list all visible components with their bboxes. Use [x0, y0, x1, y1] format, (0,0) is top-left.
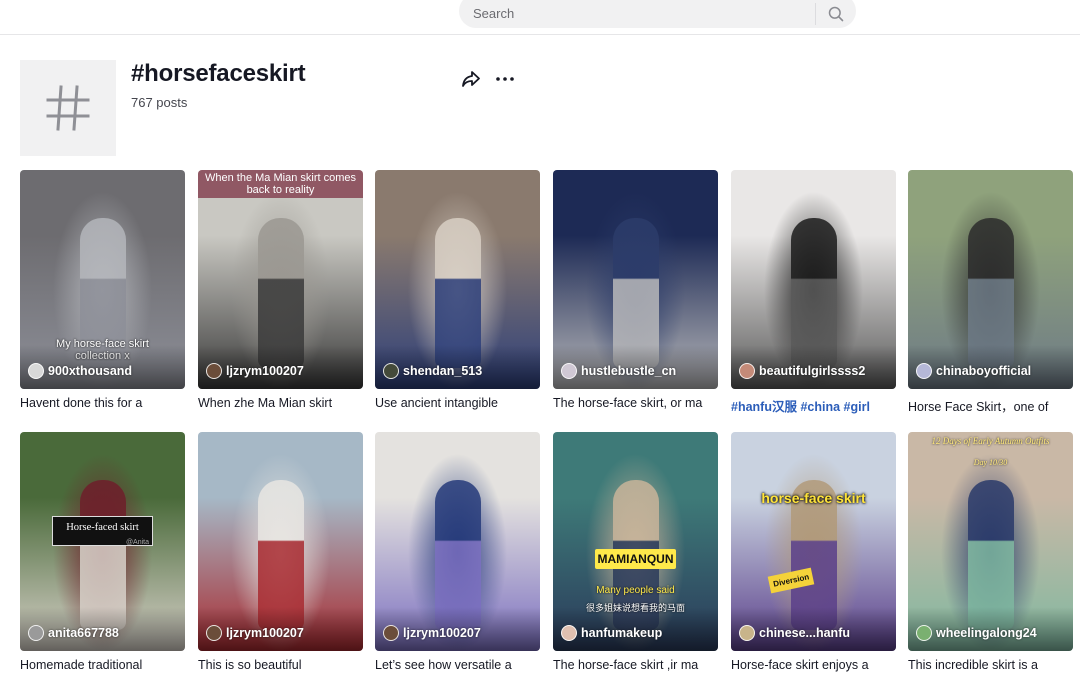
video-caption[interactable]: When zhe Ma Mian skirt — [198, 396, 363, 410]
video-thumbnail[interactable]: MAMIANQUNMany people said很多姐妹说想看我的马面hanf… — [553, 432, 718, 651]
author-name: beautifulgirlssss2 — [759, 364, 866, 378]
author-avatar — [206, 363, 222, 379]
author-avatar — [916, 363, 932, 379]
video-card[interactable]: ljzrym100207 Let’s see how versatile a — [375, 432, 540, 672]
video-thumbnail[interactable]: horse-face skirt Diversion chinese...hanfu — [731, 432, 896, 651]
thumbnail-overlay-subtext: Many people said — [596, 585, 675, 596]
video-thumbnail[interactable]: chinaboyofficial — [908, 170, 1073, 389]
video-author[interactable]: ljzrym100207 — [383, 625, 481, 641]
author-avatar — [206, 625, 222, 641]
video-author[interactable]: ljzrym100207 — [206, 363, 304, 379]
video-caption[interactable]: Use ancient intangible — [375, 396, 540, 410]
hashtag-icon — [46, 85, 90, 131]
video-author[interactable]: 900xthousand — [28, 363, 132, 379]
author-avatar — [561, 363, 577, 379]
author-name: shendan_513 — [403, 364, 483, 378]
author-name: chinese...hanfu — [759, 626, 850, 640]
video-caption[interactable]: Horse Face Skirt，one of — [908, 396, 1073, 415]
video-author[interactable]: wheelingalong24 — [916, 625, 1037, 641]
author-name: 900xthousand — [48, 364, 133, 378]
more-icon — [496, 77, 514, 81]
thumbnail-overlay-text: horse-face skirt — [761, 490, 866, 506]
more-options-button[interactable] — [494, 68, 516, 90]
video-card[interactable]: chinaboyofficial Horse Face Skirt，one of — [908, 170, 1073, 415]
video-thumbnail[interactable]: hustlebustle_cn — [553, 170, 718, 389]
video-caption[interactable]: The horse-face skirt ,ir ma — [553, 658, 718, 672]
video-caption[interactable]: Havent done this for a — [20, 396, 185, 410]
video-thumbnail[interactable]: beautifulgirlssss2 — [731, 170, 896, 389]
video-thumbnail[interactable]: 12 Days of Early Autumn Outfits Day 10/30… — [908, 432, 1073, 651]
video-card[interactable]: My horse-face skirt collection x900xthou… — [20, 170, 185, 410]
hashtag-avatar — [20, 60, 116, 156]
search-bar — [459, 0, 856, 28]
share-button[interactable] — [460, 68, 482, 90]
video-caption[interactable]: This incredible skirt is a — [908, 658, 1073, 672]
video-card[interactable]: MAMIANQUNMany people said很多姐妹说想看我的马面hanf… — [553, 432, 718, 672]
author-name: hanfumakeup — [581, 626, 663, 640]
search-icon — [828, 6, 844, 22]
search-input[interactable] — [459, 0, 815, 28]
author-name: anita667788 — [48, 626, 119, 640]
share-icon — [462, 71, 480, 87]
video-author[interactable]: ljzrym100207 — [206, 625, 304, 641]
author-name: wheelingalong24 — [936, 626, 1037, 640]
author-avatar — [383, 363, 399, 379]
video-card[interactable]: horse-face skirt Diversion chinese...hanfu… — [731, 432, 896, 672]
video-thumbnail[interactable]: shendan_513 — [375, 170, 540, 389]
video-card[interactable]: beautifulgirlssss2 #hanfu汉服 #china #girl — [731, 170, 896, 415]
author-name: ljzrym100207 — [226, 626, 304, 640]
video-caption[interactable]: This is so beautiful — [198, 658, 363, 672]
thumbnail-overlay-text: MAMIANQUN — [595, 549, 676, 569]
author-avatar — [28, 363, 44, 379]
video-author[interactable]: chinese...hanfu — [739, 625, 850, 641]
video-author[interactable]: beautifulgirlssss2 — [739, 363, 865, 379]
author-name: chinaboyofficial — [936, 364, 1032, 378]
video-caption[interactable]: Horse-face skirt enjoys a — [731, 658, 896, 672]
video-thumbnail[interactable]: Horse-faced skirt @Anita anita667788 — [20, 432, 185, 651]
video-caption[interactable]: Let’s see how versatile a — [375, 658, 540, 672]
video-card[interactable]: hustlebustle_cn The horse-face skirt, or … — [553, 170, 718, 410]
thumbnail-overlay-subtext: Day 10/30 — [973, 458, 1008, 467]
video-thumbnail[interactable]: My horse-face skirt collection x900xthou… — [20, 170, 185, 389]
author-name: ljzrym100207 — [226, 364, 304, 378]
video-author[interactable]: hanfumakeup — [561, 625, 662, 641]
video-author[interactable]: anita667788 — [28, 625, 119, 641]
video-thumbnail[interactable]: ljzrym100207 — [198, 432, 363, 651]
author-name: ljzrym100207 — [403, 626, 481, 640]
video-caption[interactable]: The horse-face skirt, or ma — [553, 396, 718, 410]
author-avatar — [739, 625, 755, 641]
video-caption[interactable]: Homemade traditional — [20, 658, 185, 672]
video-thumbnail[interactable]: When the Ma Mian skirt comes back to rea… — [198, 170, 363, 389]
page-title: #horsefaceskirt — [131, 60, 306, 87]
search-button[interactable] — [816, 0, 856, 28]
video-author[interactable]: chinaboyofficial — [916, 363, 1031, 379]
video-card[interactable]: ljzrym100207 This is so beautiful — [198, 432, 363, 672]
thumbnail-overlay-text: When the Ma Mian skirt comes back to rea… — [198, 170, 363, 198]
video-thumbnail[interactable]: ljzrym100207 — [375, 432, 540, 651]
post-count: 767 posts — [131, 95, 188, 110]
video-card[interactable]: When the Ma Mian skirt comes back to rea… — [198, 170, 363, 410]
author-avatar — [28, 625, 44, 641]
top-bar — [0, 0, 1080, 35]
author-avatar — [383, 625, 399, 641]
author-name: hustlebustle_cn — [581, 364, 677, 378]
thumbnail-overlay-text: 12 Days of Early Autumn Outfits — [931, 436, 1050, 446]
video-card[interactable]: Horse-faced skirt @Anita anita667788 Homema… — [20, 432, 185, 672]
thumbnail-overlay-subtext: @Anita — [125, 539, 149, 546]
author-avatar — [916, 625, 932, 641]
video-card[interactable]: 12 Days of Early Autumn Outfits Day 10/30… — [908, 432, 1073, 672]
author-avatar — [739, 363, 755, 379]
video-caption[interactable]: #hanfu汉服 #china #girl — [731, 396, 896, 415]
video-author[interactable]: shendan_513 — [383, 363, 482, 379]
video-author[interactable]: hustlebustle_cn — [561, 363, 676, 379]
video-card[interactable]: shendan_513 Use ancient intangible — [375, 170, 540, 410]
author-avatar — [561, 625, 577, 641]
